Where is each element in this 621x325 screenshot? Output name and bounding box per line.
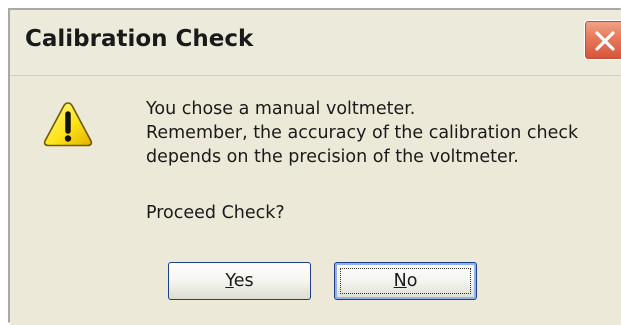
message-line: Remember, the accuracy of the calibratio… — [146, 123, 579, 143]
close-icon — [595, 31, 615, 51]
no-button[interactable]: No — [334, 262, 477, 300]
dialog-content: You chose a manual voltmeter. Remember, … — [10, 76, 621, 325]
yes-button-label: Yes — [225, 271, 253, 291]
no-label-rest: o — [406, 271, 418, 291]
dialog-window: Calibration Check You chose a manual vol… — [0, 0, 621, 325]
yes-label-rest: es — [233, 271, 254, 291]
message-line: You chose a manual voltmeter. — [146, 99, 416, 119]
dialog-frame: Calibration Check You chose a manual vol… — [8, 8, 621, 325]
title-bar[interactable]: Calibration Check — [10, 10, 621, 76]
message-text: You chose a manual voltmeter. Remember, … — [146, 97, 578, 169]
warning-icon — [43, 102, 93, 147]
close-button[interactable] — [584, 20, 621, 60]
yes-button[interactable]: Yes — [168, 262, 311, 300]
yes-mnemonic: Y — [225, 271, 234, 291]
message-line: depends on the precision of the voltmete… — [146, 147, 519, 167]
no-button-label: No — [394, 271, 418, 291]
prompt-text: Proceed Check? — [146, 203, 285, 223]
window-title: Calibration Check — [25, 26, 254, 52]
no-mnemonic: N — [393, 271, 407, 291]
